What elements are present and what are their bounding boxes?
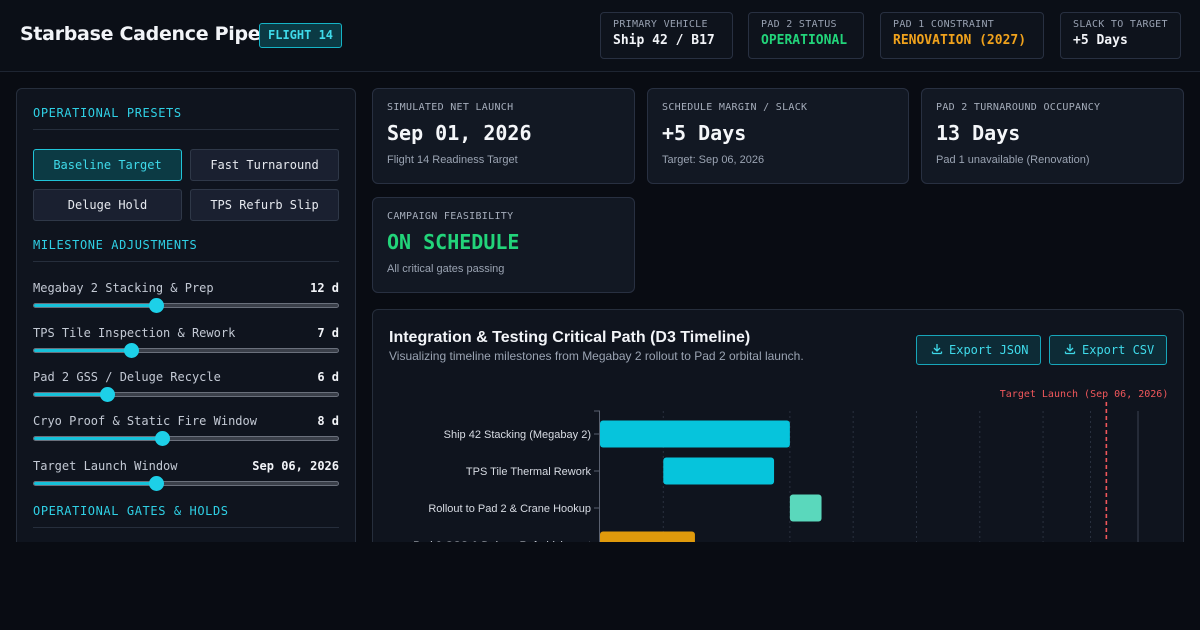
milestone-slider-row: Target Launch Window Sep 06, 2026 [33, 459, 339, 495]
kpi-label: SIMULATED NET LAUNCH [387, 102, 514, 113]
preset-deluge-hold-button[interactable]: Deluge Hold [33, 189, 182, 221]
kpi-schedule-margin: SCHEDULE MARGIN / SLACK +5 Days Target: … [647, 88, 909, 184]
slider-label: Cryo Proof & Static Fire Window [33, 414, 257, 428]
stat-label: PRIMARY VEHICLE [613, 19, 708, 30]
export-json-button[interactable]: Export JSON [916, 335, 1042, 365]
slider-thumb[interactable] [148, 298, 164, 313]
divider [33, 129, 339, 130]
kpi-label: SCHEDULE MARGIN / SLACK [662, 102, 808, 113]
preset-tps-refurb-slip-button[interactable]: TPS Refurb Slip [190, 189, 339, 221]
slider-fill [34, 393, 107, 396]
slider-fill [34, 304, 156, 307]
task-bar [600, 420, 790, 448]
task-bar [789, 494, 822, 522]
stat-label: PAD 2 STATUS [761, 19, 837, 30]
stat-label: SLACK TO TARGET [1073, 19, 1168, 30]
kpi-value: ON SCHEDULE [387, 230, 520, 254]
slider-label: Target Launch Window [33, 459, 178, 473]
preset-fast-turnaround-button[interactable]: Fast Turnaround [190, 149, 339, 181]
kpi-value: Sep 01, 2026 [387, 121, 532, 145]
kpi-pad2-turnaround: PAD 2 TURNAROUND OCCUPANCY 13 Days Pad 1… [921, 88, 1184, 184]
slider-track[interactable] [33, 387, 339, 402]
stat-pad2-status: PAD 2 STATUS OPERATIONAL [748, 12, 864, 59]
stat-value: Ship 42 / B17 [613, 33, 715, 48]
milestone-adjustments-title: MILESTONE ADJUSTMENTS [33, 238, 198, 252]
page-background [0, 542, 1200, 630]
slider-fill [34, 482, 156, 485]
kpi-simulated-net-launch: SIMULATED NET LAUNCH Sep 01, 2026 Flight… [372, 88, 635, 184]
task-label: Rollout to Pad 2 & Crane Hookup [428, 503, 591, 515]
milestone-slider-row: Megabay 2 Stacking & Prep 12 d [33, 281, 339, 317]
top-bar: Starbase Cadence Pipeline FLIGHT 14 PRIM… [0, 0, 1200, 72]
kpi-subtext: Flight 14 Readiness Target [387, 154, 518, 166]
slider-track[interactable] [33, 343, 339, 358]
slider-label: TPS Tile Inspection & Rework [33, 326, 236, 340]
kpi-subtext: Pad 1 unavailable (Renovation) [936, 154, 1090, 166]
kpi-subtext: All critical gates passing [387, 263, 505, 275]
presets-title: OPERATIONAL PRESETS [33, 106, 182, 120]
task-label: Ship 42 Stacking (Megabay 2) [444, 429, 591, 441]
divider [33, 527, 339, 528]
export-csv-button[interactable]: Export CSV [1049, 335, 1168, 365]
milestone-slider-row: Pad 2 GSS / Deluge Recycle 6 d [33, 370, 339, 406]
kpi-label: PAD 2 TURNAROUND OCCUPANCY [936, 102, 1101, 113]
kpi-value: +5 Days [662, 121, 747, 145]
slider-value: Sep 06, 2026 [252, 459, 339, 473]
timeline-gantt: Ship 42 Stacking (Megabay 2) TPS Tile The… [413, 389, 1169, 568]
download-icon [931, 344, 943, 355]
download-icon [1064, 344, 1076, 355]
slider-thumb[interactable] [154, 431, 170, 446]
slider-thumb[interactable] [148, 476, 164, 491]
stat-label: PAD 1 CONSTRAINT [893, 19, 995, 30]
task-label: TPS Tile Thermal Rework [466, 466, 592, 478]
stat-primary-vehicle: PRIMARY VEHICLE Ship 42 / B17 [600, 12, 733, 59]
stat-value: OPERATIONAL [761, 33, 848, 48]
slider-value: 7 d [317, 326, 339, 340]
export-json-label: Export JSON [949, 343, 1029, 357]
timeline-panel: Integration & Testing Critical Path (D3 … [372, 309, 1184, 569]
target-launch-label: Target Launch (Sep 06, 2026) [1000, 389, 1169, 400]
control-panel: OPERATIONAL PRESETS Baseline Target Fast… [16, 88, 356, 548]
slider-track[interactable] [33, 476, 339, 491]
export-csv-label: Export CSV [1082, 343, 1155, 357]
slider-value: 8 d [317, 414, 339, 428]
flight-badge: FLIGHT 14 [259, 23, 343, 48]
kpi-campaign-feasibility: CAMPAIGN FEASIBILITY ON SCHEDULE All cri… [372, 197, 635, 293]
slider-track[interactable] [33, 431, 339, 446]
slider-thumb[interactable] [124, 343, 140, 358]
slider-thumb[interactable] [99, 387, 115, 402]
divider [33, 261, 339, 262]
kpi-value: 13 Days [936, 121, 1021, 145]
preset-baseline-target-button[interactable]: Baseline Target [33, 149, 182, 181]
timeline-title: Integration & Testing Critical Path (D3 … [389, 329, 751, 346]
stat-pad1-constraint: PAD 1 CONSTRAINT RENOVATION (2027) [880, 12, 1044, 59]
slider-label: Pad 2 GSS / Deluge Recycle [33, 370, 221, 384]
stat-slack-to-target: SLACK TO TARGET +5 Days [1060, 12, 1181, 59]
kpi-label: CAMPAIGN FEASIBILITY [387, 211, 514, 222]
slider-fill [34, 349, 132, 352]
slider-label: Megabay 2 Stacking & Prep [33, 281, 214, 295]
task-bar [663, 457, 775, 485]
timeline-subtitle: Visualizing timeline milestones from Meg… [389, 349, 804, 363]
slider-value: 6 d [317, 370, 339, 384]
stat-value: +5 Days [1073, 33, 1128, 48]
app-title: Starbase Cadence Pipeline [20, 23, 299, 45]
slider-track[interactable] [33, 298, 339, 313]
kpi-subtext: Target: Sep 06, 2026 [662, 154, 765, 166]
milestone-slider-row: TPS Tile Inspection & Rework 7 d [33, 326, 339, 362]
slider-fill [34, 437, 162, 440]
operational-gates-title: OPERATIONAL GATES & HOLDS [33, 504, 229, 518]
milestone-slider-row: Cryo Proof & Static Fire Window 8 d [33, 414, 339, 450]
stat-value: RENOVATION (2027) [893, 33, 1027, 48]
slider-value: 12 d [310, 281, 339, 295]
